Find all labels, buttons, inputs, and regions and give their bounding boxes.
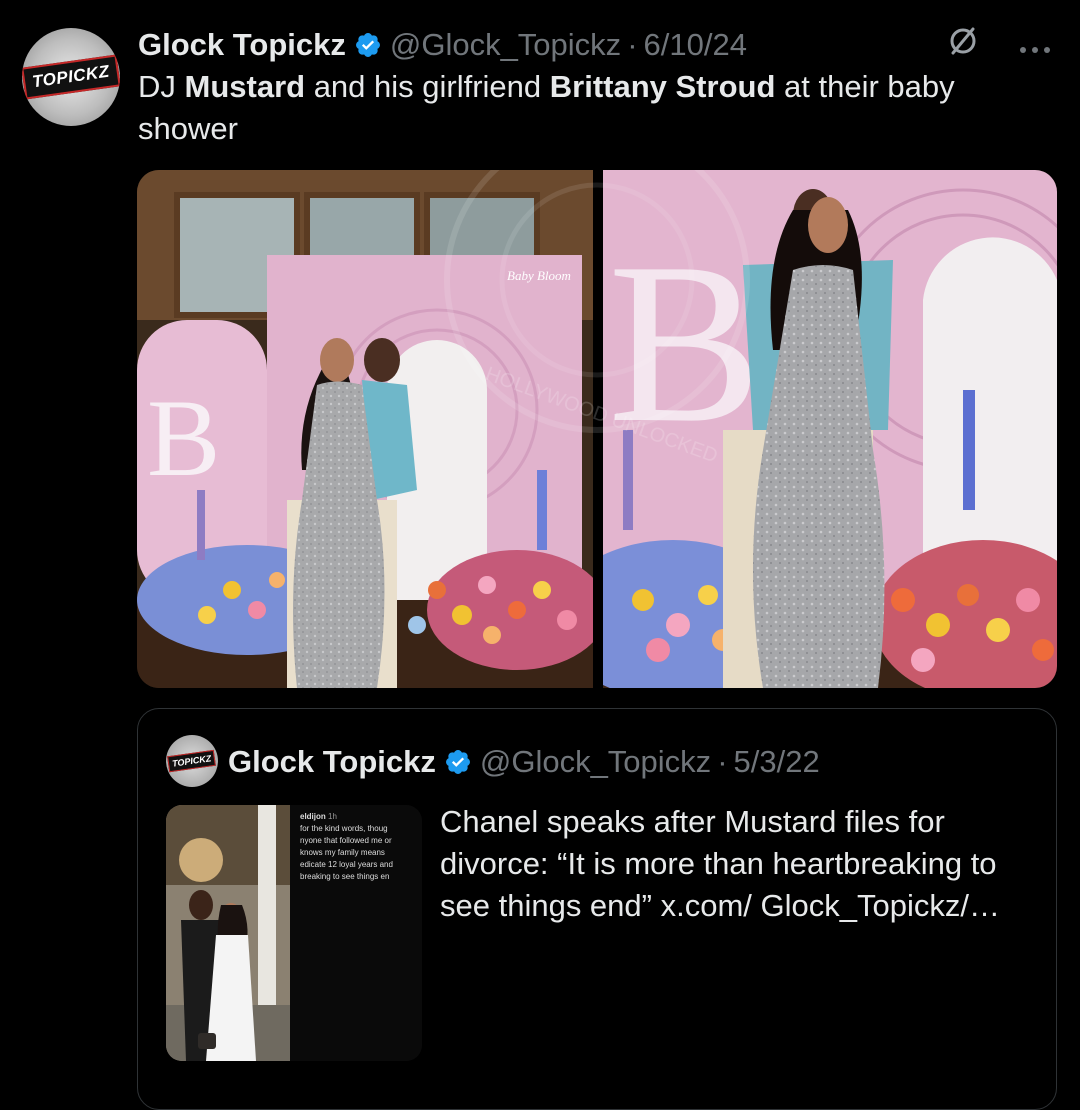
backdrop-letter: B bbox=[147, 377, 220, 499]
tweet-media: B Baby Bloom B HOLLYWOOD UNLOCKED bbox=[137, 170, 1057, 688]
caption-line: breaking to see things en bbox=[300, 872, 390, 881]
quoted-text: Chanel speaks after Mustard files for di… bbox=[440, 804, 1000, 923]
tweet-date[interactable]: 6/10/24 bbox=[644, 27, 747, 63]
quoted-author-name[interactable]: Glock Topickz bbox=[228, 744, 436, 780]
separator-dot: · bbox=[627, 27, 638, 62]
caption-user: eldijon bbox=[300, 812, 326, 821]
tweet-text-part: DJ bbox=[138, 69, 185, 104]
tweet-image-1[interactable]: B Baby Bloom bbox=[137, 170, 593, 688]
quoted-thumbnail[interactable]: eldijon 1h for the kind words, thoug nyo… bbox=[166, 805, 422, 1061]
caption-time: 1h bbox=[328, 812, 337, 821]
separator-dot: · bbox=[717, 744, 728, 779]
quoted-tweet[interactable]: TOPICKZ Glock Topickz @Glock_Topickz · 5… bbox=[137, 708, 1057, 1110]
tweet-text: DJ Mustard and his girlfriend Brittany S… bbox=[138, 66, 1038, 150]
verified-badge-icon bbox=[354, 31, 382, 59]
author-name[interactable]: Glock Topickz bbox=[138, 27, 346, 63]
author-handle[interactable]: @Glock_Topickz bbox=[390, 27, 621, 63]
tweet-text-bold: Brittany Stroud bbox=[549, 69, 776, 104]
avatar-logo-text: TOPICKZ bbox=[22, 54, 120, 100]
quoted-author-avatar[interactable]: TOPICKZ bbox=[166, 735, 218, 787]
tweet-image-2[interactable]: B bbox=[603, 170, 1057, 688]
caption-line: edicate 12 loyal years and bbox=[300, 860, 393, 869]
author-avatar[interactable]: TOPICKZ bbox=[22, 28, 120, 126]
more-icon[interactable] bbox=[1018, 27, 1052, 63]
verified-badge-icon bbox=[444, 748, 472, 776]
backdrop-signage: Baby Bloom bbox=[507, 268, 571, 283]
avatar-logo-text: TOPICKZ bbox=[167, 749, 217, 773]
thumbnail-caption: eldijon 1h for the kind words, thoug nyo… bbox=[300, 811, 422, 883]
caption-line: nyone that followed me or bbox=[300, 836, 392, 845]
quoted-author-handle[interactable]: @Glock_Topickz bbox=[480, 744, 711, 780]
caption-line: for the kind words, thoug bbox=[300, 824, 388, 833]
tweet-text-bold: Mustard bbox=[184, 69, 306, 104]
quoted-header: Glock Topickz @Glock_Topickz · 5/3/22 bbox=[228, 739, 820, 785]
tweet-text-part: and his girlfriend bbox=[305, 69, 550, 104]
quoted-date[interactable]: 5/3/22 bbox=[734, 744, 820, 780]
grok-icon[interactable] bbox=[946, 24, 980, 66]
caption-line: knows my family means bbox=[300, 848, 385, 857]
tweet-header: Glock Topickz @Glock_Topickz · 6/10/24 bbox=[138, 22, 1052, 68]
